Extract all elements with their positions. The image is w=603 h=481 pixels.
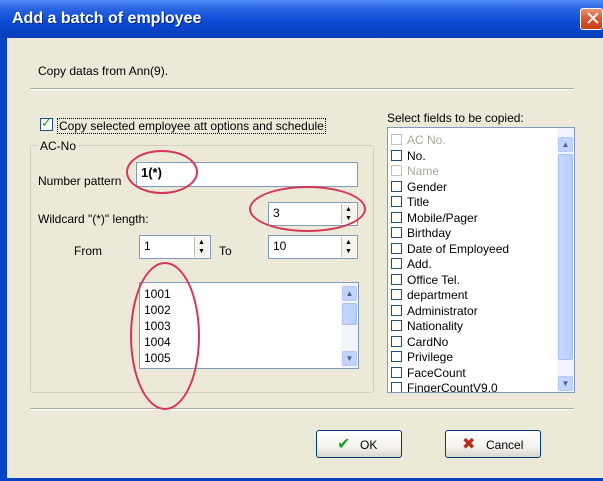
wildcard-length-value: 3 — [273, 206, 280, 220]
number-pattern-label: Number pattern — [38, 174, 122, 188]
chevron-up-icon[interactable]: ▲ — [342, 286, 357, 301]
from-value: 1 — [144, 239, 151, 253]
to-spin-buttons[interactable]: ▲ ▼ — [341, 237, 356, 257]
dialog-window: Add a batch of employee ✕ Copy datas fro… — [0, 0, 603, 481]
cancel-button-label: Cancel — [486, 438, 524, 452]
field-checkbox[interactable] — [391, 335, 402, 347]
field-checkbox[interactable] — [391, 320, 402, 331]
field-checkbox[interactable] — [391, 227, 402, 238]
field-checkbox-label: Birthday — [407, 226, 452, 240]
triangle-down-icon[interactable]: ▼ — [198, 248, 205, 255]
field-checkbox-label: Title — [407, 195, 430, 209]
field-checkbox-label: Privilege — [407, 350, 454, 364]
fields-scrollbar[interactable]: ▲ ▼ — [557, 128, 574, 392]
field-checkbox-label: AC No. — [407, 133, 446, 147]
field-checkbox[interactable] — [391, 366, 402, 378]
field-checkbox[interactable] — [391, 196, 402, 207]
chevron-up-icon[interactable]: ▲ — [558, 137, 573, 152]
field-checkbox-label: FingerCountV9.0 — [407, 381, 498, 393]
field-checkbox[interactable] — [391, 304, 402, 316]
check-icon: ✔ — [337, 434, 351, 453]
triangle-down-icon[interactable]: ▼ — [345, 215, 352, 222]
from-spin-buttons[interactable]: ▲ ▼ — [194, 237, 209, 257]
list-item[interactable]: 1004 — [144, 335, 171, 349]
field-checkbox-label: Office Tel. — [407, 272, 460, 287]
field-checkbox[interactable] — [391, 351, 402, 362]
field-checkbox[interactable] — [391, 149, 402, 161]
wildcard-length-label: Wildcard "(*)" length: — [38, 212, 149, 226]
number-pattern-input[interactable]: 1(*) — [136, 162, 358, 187]
field-checkbox — [391, 134, 402, 145]
wildcard-length-spinner[interactable]: 3 ▲ ▼ — [268, 202, 358, 226]
from-label: From — [74, 244, 102, 258]
chevron-down-icon[interactable]: ▼ — [558, 376, 573, 391]
field-checkbox[interactable] — [391, 289, 402, 300]
acno-group-legend: AC-No — [38, 139, 79, 153]
field-checkbox-label: department — [407, 288, 468, 302]
x-icon: ✖ — [462, 434, 476, 453]
list-item[interactable]: 1005 — [144, 351, 171, 365]
field-checkbox-label: Date of Employeed — [407, 241, 510, 256]
field-checkbox[interactable] — [391, 273, 402, 285]
bottom-separator — [30, 408, 574, 410]
triangle-up-icon[interactable]: ▲ — [345, 206, 352, 213]
list-item[interactable]: 1001 — [144, 287, 171, 301]
fields-scroll-thumb[interactable] — [558, 154, 573, 360]
field-checkbox-label: FaceCount — [407, 365, 466, 380]
field-checkbox-label: Name — [407, 164, 440, 178]
to-value: 10 — [273, 239, 287, 253]
copy-source-text: Copy datas from Ann(9). — [38, 64, 169, 78]
top-separator — [30, 88, 574, 90]
generated-number-list[interactable]: 1001 1002 1003 1004 1005 ▲ ▼ — [139, 282, 359, 369]
field-checkbox[interactable] — [391, 242, 402, 254]
copy-options-label[interactable]: Copy selected employee att options and s… — [57, 118, 326, 134]
list-item[interactable]: 1002 — [144, 303, 171, 317]
list-item[interactable]: 1003 — [144, 319, 171, 333]
check-icon: ✓ — [41, 116, 52, 131]
field-checkbox[interactable] — [391, 382, 402, 392]
wildcard-spin-buttons[interactable]: ▲ ▼ — [341, 204, 356, 224]
number-list-scroll-thumb[interactable] — [342, 303, 357, 325]
fields-checklist[interactable]: AC No. No. Name Gender Title Mobile/Pager Birt… — [387, 127, 575, 393]
cancel-button[interactable]: ✖ Cancel — [445, 430, 541, 458]
triangle-down-icon[interactable]: ▼ — [345, 248, 352, 255]
field-checkbox[interactable] — [391, 211, 402, 223]
field-checkbox-label: Add. — [407, 257, 432, 271]
window-title: Add a batch of employee — [12, 10, 202, 27]
to-spinner[interactable]: 10 ▲ ▼ — [268, 235, 358, 259]
number-list-scrollbar[interactable]: ▲ ▼ — [341, 283, 358, 368]
field-checkbox-label: No. — [407, 148, 426, 163]
field-checkbox[interactable] — [391, 180, 402, 192]
triangle-up-icon[interactable]: ▲ — [198, 239, 205, 246]
to-label: To — [219, 244, 232, 258]
fields-list-label: Select fields to be copied: — [387, 111, 524, 125]
close-button[interactable]: ✕ — [580, 8, 603, 30]
chevron-down-icon[interactable]: ▼ — [342, 351, 357, 366]
from-spinner[interactable]: 1 ▲ ▼ — [139, 235, 211, 259]
title-bar[interactable]: Add a batch of employee ✕ — [0, 0, 603, 38]
field-checkbox-label: Administrator — [407, 303, 478, 318]
field-checkbox[interactable] — [391, 258, 402, 269]
field-checkbox-label: Gender — [407, 179, 448, 194]
field-checkbox-label: CardNo — [407, 334, 449, 349]
close-icon: ✕ — [585, 8, 601, 30]
ok-button[interactable]: ✔ OK — [316, 430, 402, 458]
field-checkbox — [391, 165, 402, 176]
triangle-up-icon[interactable]: ▲ — [345, 239, 352, 246]
field-checkbox-label: Nationality — [407, 319, 464, 333]
window-frame-left — [0, 38, 7, 481]
ok-button-label: OK — [360, 438, 378, 452]
field-checkbox-label: Mobile/Pager — [407, 210, 478, 225]
copy-options-checkbox[interactable]: ✓ — [40, 116, 53, 131]
